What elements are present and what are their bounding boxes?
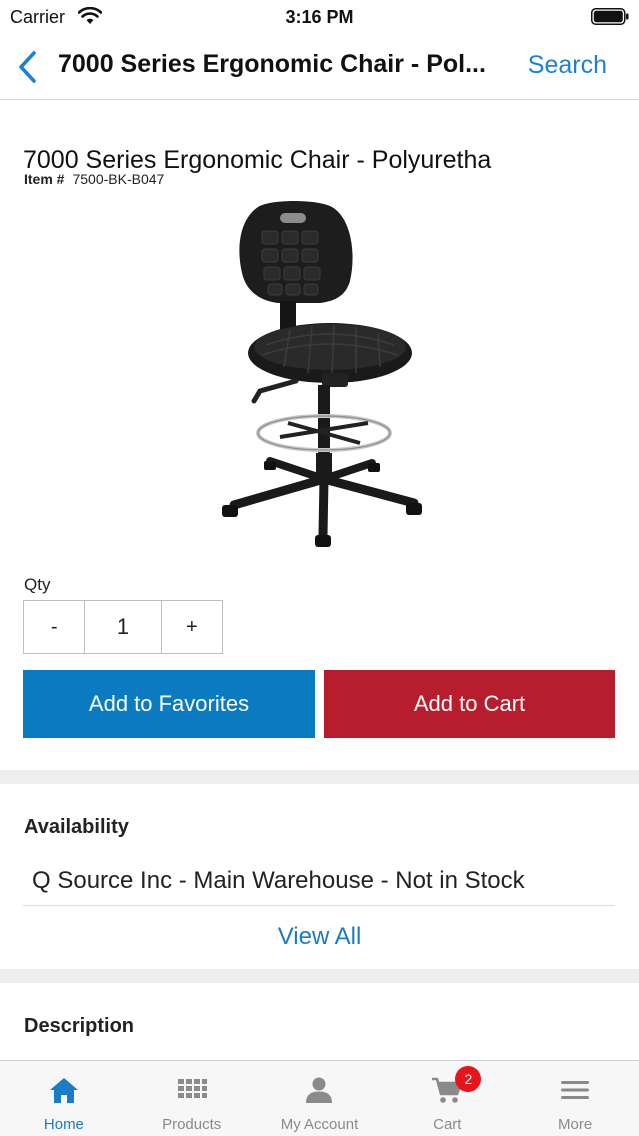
person-icon [306, 1077, 333, 1103]
decrement-button[interactable]: - [24, 601, 84, 653]
tab-cart[interactable]: 2 Cart [383, 1061, 511, 1136]
page-title: 7000 Series Ergonomic Chair - Pol... [58, 50, 486, 78]
tab-label: More [557, 1116, 593, 1133]
grid-icon [177, 1079, 207, 1098]
back-chevron-icon[interactable] [14, 49, 44, 85]
search-button[interactable]: Search [528, 51, 607, 80]
quantity-stepper: - 1 + [23, 600, 223, 654]
row-divider [23, 905, 615, 906]
item-number-label: Item # [24, 171, 65, 187]
status-bar: Carrier 3:16 PM [0, 0, 639, 34]
clock: 3:16 PM [285, 7, 354, 27]
add-to-cart-button[interactable]: Add to Cart [324, 670, 615, 738]
section-divider [0, 969, 639, 983]
product-detail-screen: Carrier 3:16 PM 7000 Series Ergonomic Ch… [0, 0, 639, 1136]
tab-label: My Account [280, 1116, 359, 1133]
tab-home[interactable]: Home [0, 1061, 128, 1136]
availability-title: Availability [24, 816, 129, 838]
view-all-link[interactable]: View All [0, 923, 639, 951]
battery-icon [591, 8, 629, 25]
tab-products[interactable]: Products [128, 1061, 256, 1136]
description-title: Description [24, 1015, 135, 1037]
tab-label: Cart [433, 1116, 462, 1133]
qty-label: Qty [24, 575, 51, 594]
availability-row: Q Source Inc - Main Warehouse - Not in S… [32, 867, 525, 894]
item-number-line: Item # 7500-BK-B047 [24, 171, 164, 187]
add-to-favorites-button[interactable]: Add to Favorites [23, 670, 315, 738]
tab-my-account[interactable]: My Account [256, 1061, 384, 1136]
tab-more[interactable]: More [511, 1061, 639, 1136]
product-image [222, 201, 422, 547]
cart-badge: 2 [455, 1066, 482, 1092]
navigation-bar: 7000 Series Ergonomic Chair - Pol... Sea… [0, 34, 639, 100]
section-divider [0, 770, 639, 784]
tab-label: Products [162, 1116, 222, 1133]
item-number-value: 7500-BK-B047 [72, 171, 165, 187]
quantity-value[interactable]: 1 [84, 601, 162, 653]
tab-label: Home [43, 1116, 84, 1133]
home-icon [49, 1078, 78, 1103]
menu-icon [561, 1081, 590, 1099]
increment-button[interactable]: + [162, 601, 222, 653]
tab-bar: Home Products My Account 2 Cart More [0, 1060, 639, 1136]
